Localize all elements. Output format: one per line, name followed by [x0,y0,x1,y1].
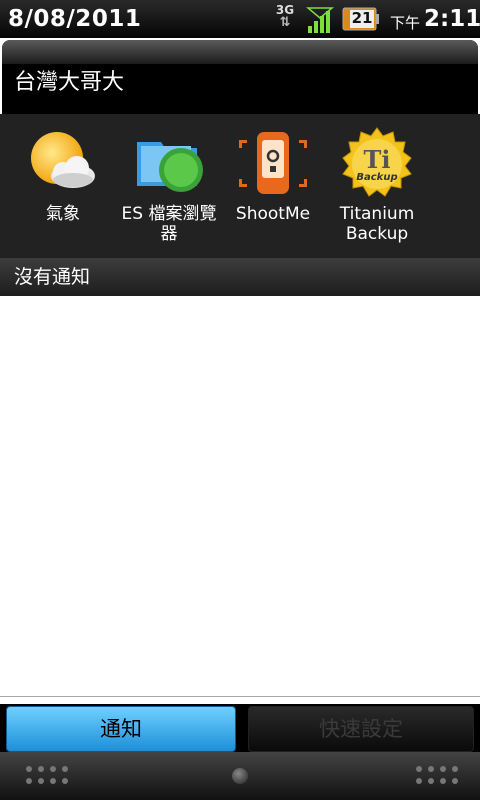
status-bar: 8/08/2011 3G ⇅ 21 下午 2:11 [0,0,480,38]
shortcut-label: ES 檔案瀏覽器 [121,204,217,244]
weather-icon [31,132,95,188]
panel-top-handle[interactable] [2,40,478,64]
titanium-badge: Ti [364,145,391,174]
titanium-backup-icon: Ti Backup [342,127,412,197]
status-date: 8/08/2011 [8,6,142,32]
status-ampm: 下午 [390,14,421,32]
divider [0,696,480,697]
shootme-icon [239,132,307,194]
signal-strength-icon [306,7,335,33]
shortcut-label: Titanium Backup [339,204,415,244]
handle-knob-icon[interactable] [232,768,248,784]
network-3g-icon: 3G ⇅ [272,3,298,35]
notification-list [0,296,480,696]
shortcut-shootme[interactable]: ShootMe [218,126,328,224]
tab-notifications[interactable]: 通知 [6,706,236,752]
data-arrows-icon: ⇅ [279,15,291,30]
shortcut-titanium-backup[interactable]: Ti Backup Titanium Backup [322,126,432,244]
status-time: 2:11 [424,6,480,32]
carrier-panel: 台灣大哥大 [2,40,478,114]
close-handle[interactable] [0,752,480,800]
tab-quick-settings[interactable]: 快速設定 [248,706,474,752]
grip-dots-left [26,766,70,788]
titanium-badge-sub: Backup [356,172,397,183]
battery-level: 21 [351,9,373,27]
shortcut-weather[interactable]: 氣象 [8,126,118,224]
grip-dots-right [416,766,460,788]
carrier-name: 台灣大哥大 [14,70,125,95]
shortcut-label: 氣象 [46,204,80,224]
shortcut-es-file-explorer[interactable]: ES 檔案瀏覽器 [114,126,224,244]
app-shortcuts: 氣象 ES 檔案瀏覽器 ShootMe Ti Backup Titanium B… [0,114,480,258]
no-notifications-header: 沒有通知 [0,258,480,296]
bottom-tab-bar: 通知 快速設定 [0,704,480,752]
es-file-explorer-icon [137,142,203,192]
shortcut-label: ShootMe [235,204,311,224]
